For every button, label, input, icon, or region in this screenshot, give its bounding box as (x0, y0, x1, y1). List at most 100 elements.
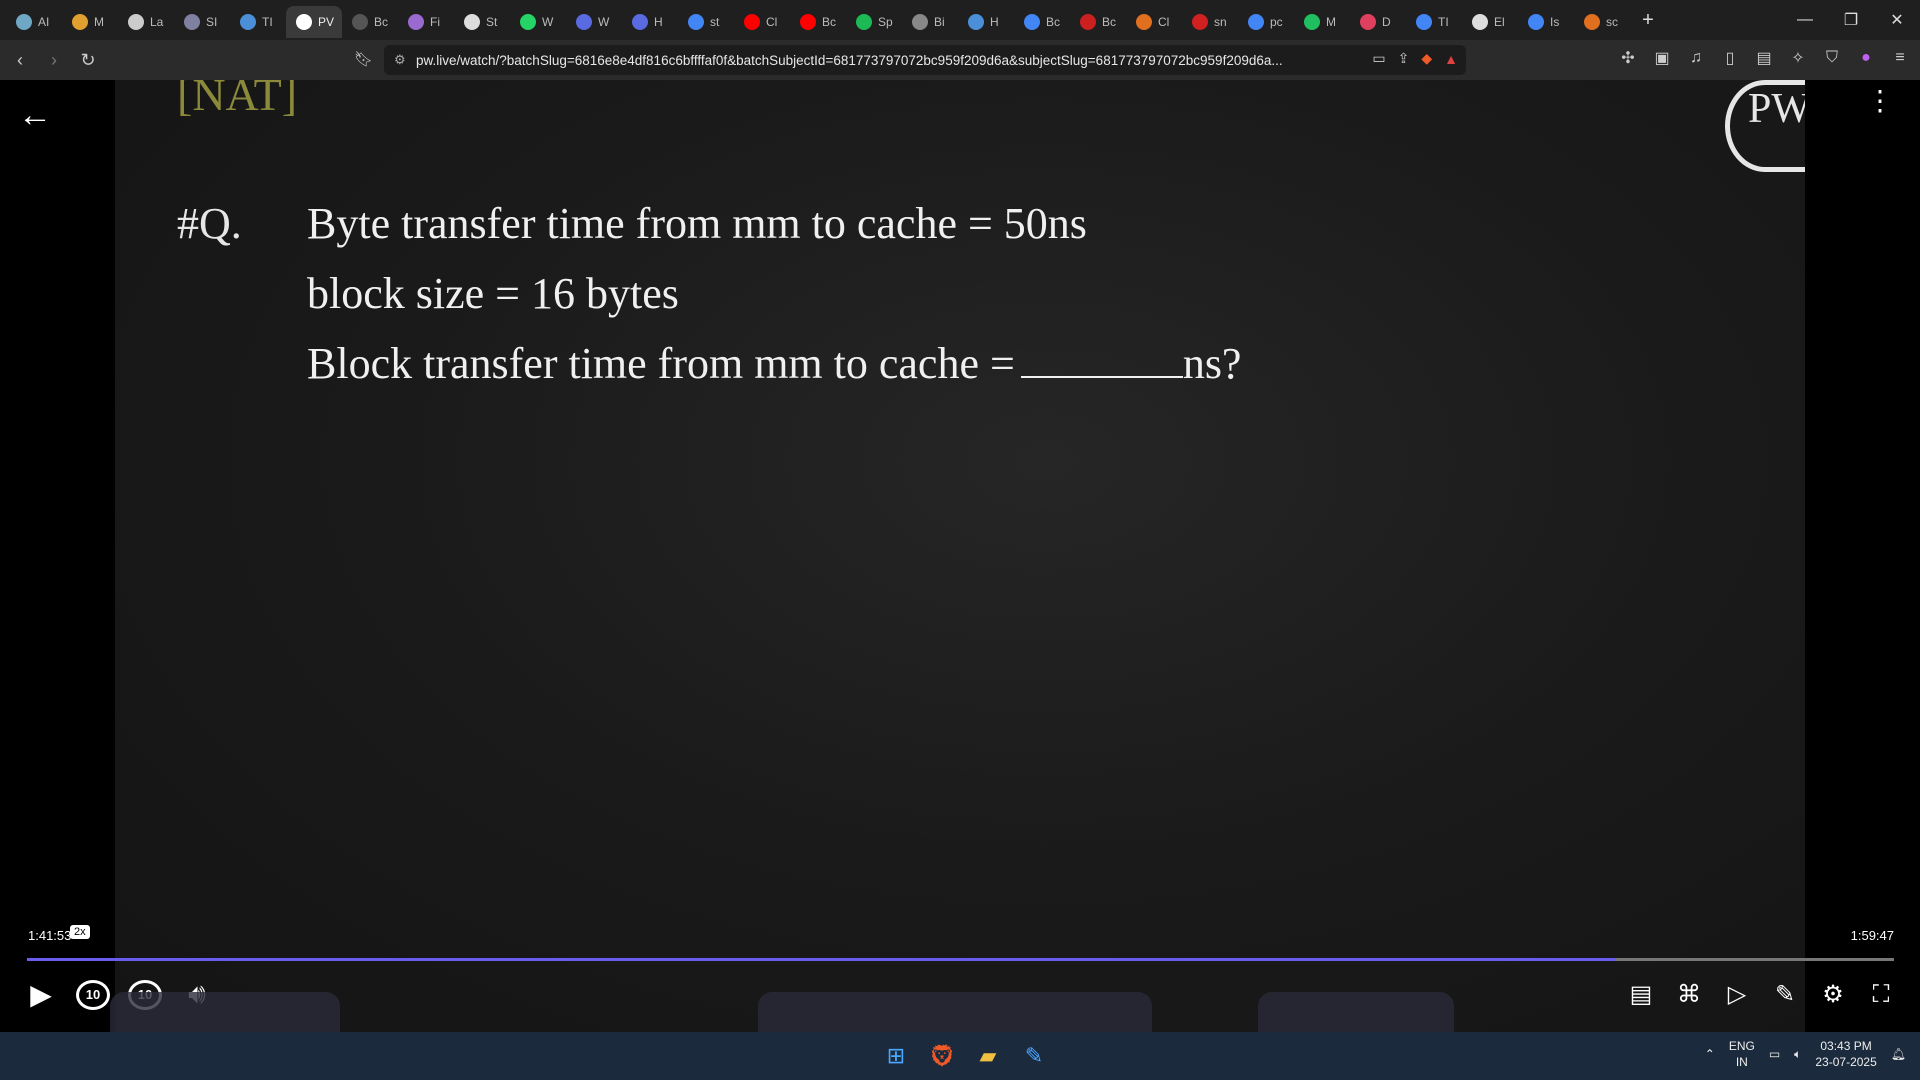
tab-favicon-icon (464, 14, 480, 30)
system-clock[interactable]: 03:43 PM 23-07-2025 (1815, 1038, 1876, 1070)
browser-tab[interactable]: La (118, 6, 174, 38)
wallet-icon[interactable]: ▤ (1754, 48, 1774, 68)
browser-tab[interactable]: M (62, 6, 118, 38)
bookmark-icon[interactable]: 🔖︎ (354, 50, 373, 68)
browser-tab[interactable]: Fi (398, 6, 454, 38)
browser-tab[interactable]: D (1350, 6, 1406, 38)
tab-label: sc (1606, 15, 1618, 29)
tab-favicon-icon (352, 14, 368, 30)
windows-start-icon[interactable]: ⊞ (880, 1040, 912, 1072)
back-icon[interactable]: ‹ (6, 46, 34, 74)
tab-label: La (150, 15, 164, 29)
browser-tab[interactable]: TI (230, 6, 286, 38)
back-arrow-icon[interactable]: ← (18, 96, 52, 135)
browser-tab[interactable]: Bc (342, 6, 398, 38)
browser-tab[interactable]: Cl (1126, 6, 1182, 38)
notes-icon[interactable]: ✎ (1770, 980, 1800, 1009)
restore-button[interactable]: ❐ (1828, 0, 1874, 40)
notification-icon[interactable]: 🔔︎ (1891, 1047, 1906, 1061)
new-tab-button[interactable]: + (1630, 4, 1666, 36)
browser-tab[interactable]: SI (174, 6, 230, 38)
media-icon[interactable]: ♫ (1686, 49, 1706, 67)
language-indicator[interactable]: ENG IN (1729, 1038, 1755, 1070)
browser-tab[interactable]: sn (1182, 6, 1238, 38)
browser-tab[interactable]: W (510, 6, 566, 38)
url-text[interactable]: pw.live/watch/?batchSlug=6816e8e4df816c6… (416, 53, 1316, 68)
close-window-button[interactable]: ✕ (1874, 0, 1920, 40)
screenshot-icon[interactable]: ▣ (1652, 48, 1672, 68)
brave-shield-icon[interactable]: ◆ (1421, 50, 1432, 67)
playback-speed-badge[interactable]: 2x (70, 925, 90, 939)
browser-tab[interactable]: Bc (1070, 6, 1126, 38)
browser-tab[interactable]: M (1294, 6, 1350, 38)
speaker-icon[interactable]: 🔈︎ (1794, 1047, 1801, 1062)
question-line-2: block size = 16 bytes (307, 269, 679, 318)
tab-label: sn (1214, 15, 1227, 29)
tab-favicon-icon (184, 14, 200, 30)
duration: 1:59:47 (1850, 928, 1894, 943)
brave-browser-icon[interactable]: 🦁︎ (926, 1040, 958, 1072)
browser-tab[interactable]: Cl (734, 6, 790, 38)
browser-tab[interactable]: Sp (846, 6, 902, 38)
vpn-icon[interactable]: ⛉ (1822, 49, 1842, 67)
video-frame[interactable]: [NAT] #Q. Byte transfer time from mm to … (115, 80, 1805, 1032)
question-label: #Q. (177, 199, 242, 248)
tab-label: st (710, 15, 720, 29)
fullscreen-icon[interactable]: ⛶ (1866, 981, 1896, 1009)
browser-tab[interactable]: st (678, 6, 734, 38)
browser-tab[interactable]: TI (1406, 6, 1462, 38)
tab-label: PV (318, 15, 335, 29)
tab-label: Sp (878, 15, 893, 29)
browser-tab[interactable]: El (1462, 6, 1518, 38)
share-icon[interactable]: ⇪ (1398, 50, 1410, 67)
tab-label: Bc (374, 15, 389, 29)
tab-favicon-icon (1472, 14, 1488, 30)
tab-label: D (1382, 15, 1391, 29)
translate-icon[interactable]: ⌘ (1674, 980, 1704, 1009)
settings-icon[interactable]: ⚙ (1818, 980, 1848, 1009)
play-icon[interactable]: ▶ (24, 978, 58, 1011)
whiteboard-toolbar-right (1258, 992, 1454, 1032)
tab-label: AI (38, 15, 50, 29)
leo-icon[interactable]: ✧ (1788, 48, 1808, 68)
show-hidden-icons[interactable]: ⌃ (1705, 1047, 1715, 1061)
seek-bar[interactable] (27, 958, 1894, 961)
browser-tab[interactable]: H (622, 6, 678, 38)
whiteboard-toolbar-left (110, 992, 340, 1032)
minimize-button[interactable]: — (1782, 0, 1828, 40)
forward-icon[interactable]: › (40, 46, 68, 74)
browser-tab[interactable]: St (454, 6, 510, 38)
address-bar[interactable]: ⚙︎ pw.live/watch/?batchSlug=6816e8e4df81… (384, 45, 1466, 75)
site-settings-icon[interactable]: ⚙︎ (394, 52, 416, 68)
video-player[interactable]: ← [NAT] #Q. Byte transfer time from mm t… (0, 80, 1920, 1032)
tab-label: Bc (1046, 15, 1061, 29)
sidebar-icon[interactable]: ▯ (1720, 48, 1740, 68)
file-explorer-icon[interactable]: ▰ (972, 1040, 1004, 1072)
network-icon[interactable]: ▭ (1769, 1047, 1780, 1061)
menu-icon[interactable]: ≡ (1890, 49, 1910, 67)
chat-icon[interactable]: ▤ (1626, 980, 1656, 1009)
mini-player-icon[interactable]: ▷ (1722, 980, 1752, 1009)
browser-tab[interactable]: PV✕ (286, 6, 342, 38)
rewards-icon[interactable]: ▲ (1444, 51, 1458, 67)
browser-tab[interactable]: pc (1238, 6, 1294, 38)
browser-tab[interactable]: Bc (1014, 6, 1070, 38)
browser-tab[interactable]: Bi (902, 6, 958, 38)
browser-tab[interactable]: W (566, 6, 622, 38)
pen-app-icon[interactable]: ✎ (1018, 1040, 1050, 1072)
more-options-icon[interactable]: ⋮ (1866, 87, 1894, 115)
profile-icon[interactable]: ● (1856, 49, 1876, 67)
browser-tab[interactable]: Bc (790, 6, 846, 38)
cast-icon[interactable]: ▭ (1372, 50, 1385, 67)
browser-tab[interactable]: sc (1574, 6, 1630, 38)
tab-favicon-icon (688, 14, 704, 30)
rewind-10-icon[interactable]: 10 (76, 979, 110, 1010)
tab-label: Fi (430, 15, 440, 29)
tab-label: El (1494, 15, 1505, 29)
tab-label: Is (1550, 15, 1560, 29)
extensions-icon[interactable]: ✣ (1618, 48, 1638, 68)
browser-tab[interactable]: AI (6, 6, 62, 38)
browser-tab[interactable]: Is (1518, 6, 1574, 38)
browser-tab[interactable]: H (958, 6, 1014, 38)
reload-icon[interactable]: ↻ (74, 46, 102, 74)
